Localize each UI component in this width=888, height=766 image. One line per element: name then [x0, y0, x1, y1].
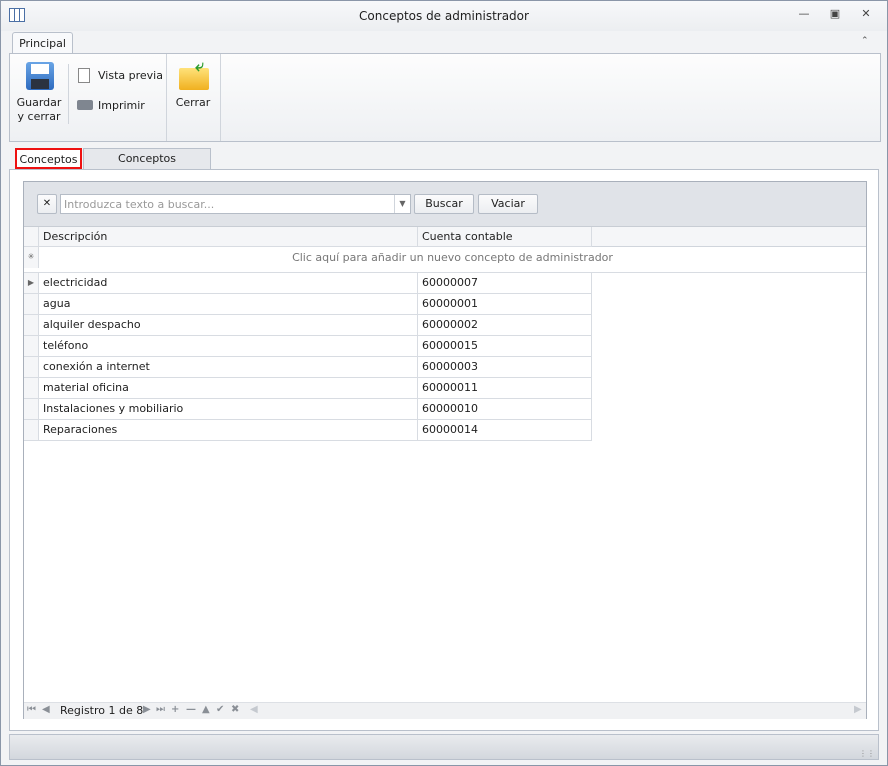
clear-button[interactable]: Vaciar	[478, 194, 538, 214]
add-record-icon[interactable]: +	[171, 704, 179, 715]
preview-button[interactable]: Vista previa	[76, 67, 166, 85]
search-input[interactable]: Introduzca texto a buscar... ▼	[60, 194, 411, 214]
cell-cuenta[interactable]: 60000014	[418, 420, 592, 441]
save-label-line1: Guardar	[16, 96, 62, 109]
cell-cuenta[interactable]: 60000010	[418, 399, 592, 420]
print-button[interactable]: Imprimir	[76, 97, 166, 115]
table-row[interactable]: teléfono 60000015	[24, 336, 592, 357]
folder-close-icon: ⤶	[179, 56, 209, 90]
row-indicator	[24, 357, 39, 378]
save-label-line2: y cerrar	[17, 110, 61, 123]
delete-record-icon[interactable]: —	[186, 704, 196, 715]
preview-icon	[78, 68, 90, 83]
collapse-ribbon-icon[interactable]: ⌃	[861, 36, 869, 46]
maximize-button[interactable]: ▣	[826, 7, 844, 23]
tab-conceptos-predefinidos[interactable]: Conceptos predefinidos	[83, 148, 211, 185]
grid-header: Descripción Cuenta contable	[24, 227, 866, 247]
search-panel: ✕ Introduzca texto a buscar... ▼ Buscar …	[24, 182, 866, 227]
new-row-asterisk-icon: ✳	[24, 247, 39, 268]
column-header-descripcion[interactable]: Descripción	[39, 227, 418, 247]
new-row-prompt: Clic aquí para añadir un nuevo concepto …	[292, 251, 613, 264]
cell-descripcion[interactable]: electricidad	[39, 273, 418, 294]
minimize-button[interactable]: —	[795, 7, 813, 23]
cell-cuenta[interactable]: 60000011	[418, 378, 592, 399]
concepts-grid: ✕ Introduzca texto a buscar... ▼ Buscar …	[23, 181, 867, 719]
close-search-button[interactable]: ✕	[37, 194, 57, 214]
cell-descripcion[interactable]: agua	[39, 294, 418, 315]
row-indicator	[24, 294, 39, 315]
printer-icon	[77, 100, 93, 110]
row-indicator	[24, 315, 39, 336]
resize-grip-icon[interactable]: ⋮⋮	[859, 749, 875, 758]
column-header-cuenta[interactable]: Cuenta contable	[418, 227, 592, 247]
cell-cuenta[interactable]: 60000003	[418, 357, 592, 378]
cancel-record-icon[interactable]: ✖	[231, 704, 239, 715]
row-indicator	[24, 399, 39, 420]
cell-descripcion[interactable]: conexión a internet	[39, 357, 418, 378]
row-indicator	[24, 420, 39, 441]
table-row[interactable]: alquiler despacho 60000002	[24, 315, 592, 336]
cell-descripcion[interactable]: material oficina	[39, 378, 418, 399]
separator	[166, 54, 167, 141]
row-indicator	[24, 336, 39, 357]
search-placeholder: Introduzca texto a buscar...	[64, 198, 215, 211]
table-row[interactable]: ▶ electricidad 60000007	[24, 273, 592, 294]
cell-cuenta[interactable]: 60000001	[418, 294, 592, 315]
tab-conceptos[interactable]: Conceptos	[15, 148, 82, 169]
cell-cuenta[interactable]: 60000007	[418, 273, 592, 294]
save-record-icon[interactable]: ✔	[216, 704, 224, 715]
scroll-right-icon[interactable]: ▶	[854, 704, 862, 715]
ribbon-tab-principal[interactable]: Principal	[12, 32, 73, 54]
status-bar: ⋮⋮	[9, 734, 879, 760]
cell-descripcion[interactable]: Instalaciones y mobiliario	[39, 399, 418, 420]
cell-descripcion[interactable]: alquiler despacho	[39, 315, 418, 336]
preview-label: Vista previa	[98, 69, 163, 82]
close-window-button[interactable]: ✕	[857, 7, 875, 23]
row-indicator	[24, 378, 39, 399]
cell-descripcion[interactable]: Reparaciones	[39, 420, 418, 441]
next-record-icon[interactable]: ▶	[143, 704, 151, 715]
new-row[interactable]: ✳ Clic aquí para añadir un nuevo concept…	[24, 247, 866, 268]
record-counter: Registro 1 de 8	[60, 704, 144, 717]
header-indicator	[24, 227, 39, 247]
previous-record-icon[interactable]: ◀	[42, 704, 50, 715]
cell-cuenta[interactable]: 60000002	[418, 315, 592, 336]
separator	[68, 64, 69, 124]
separator	[220, 54, 221, 141]
dropdown-arrow-icon[interactable]: ▼	[394, 195, 410, 213]
last-record-icon[interactable]: ⏭	[156, 704, 165, 715]
print-label: Imprimir	[98, 99, 145, 112]
window: Conceptos de administrador — ▣ ✕ Princip…	[0, 0, 888, 766]
edit-record-icon[interactable]: ▲	[202, 704, 210, 715]
title-bar: Conceptos de administrador — ▣ ✕	[1, 1, 887, 31]
table-row[interactable]: Instalaciones y mobiliario 60000010	[24, 399, 592, 420]
floppy-save-icon	[26, 62, 54, 90]
window-title: Conceptos de administrador	[359, 9, 529, 23]
first-record-icon[interactable]: ⏮	[27, 704, 36, 715]
search-button[interactable]: Buscar	[414, 194, 474, 214]
cell-cuenta[interactable]: 60000015	[418, 336, 592, 357]
table-row[interactable]: Reparaciones 60000014	[24, 420, 592, 441]
data-navigator: ⏮ ◀ Registro 1 de 8 ▶ ⏭ + — ▲ ✔ ✖ ◀ ▶	[24, 702, 866, 719]
table-row[interactable]: conexión a internet 60000003	[24, 357, 592, 378]
current-row-arrow-icon: ▶	[24, 273, 39, 294]
scroll-left-icon[interactable]: ◀	[250, 704, 258, 715]
table-row[interactable]: material oficina 60000011	[24, 378, 592, 399]
cell-descripcion[interactable]: teléfono	[39, 336, 418, 357]
close-label: Cerrar	[175, 96, 211, 109]
ribbon: Guardar y cerrar Vista previa Imprimir ⤶…	[9, 53, 881, 142]
save-close-button[interactable]: Guardar y cerrar	[14, 58, 64, 124]
grid-rows: ▶ electricidad 60000007 agua 60000001 al…	[24, 272, 866, 441]
table-row[interactable]: agua 60000001	[24, 294, 592, 315]
close-form-button[interactable]: ⤶ Cerrar	[170, 56, 220, 118]
